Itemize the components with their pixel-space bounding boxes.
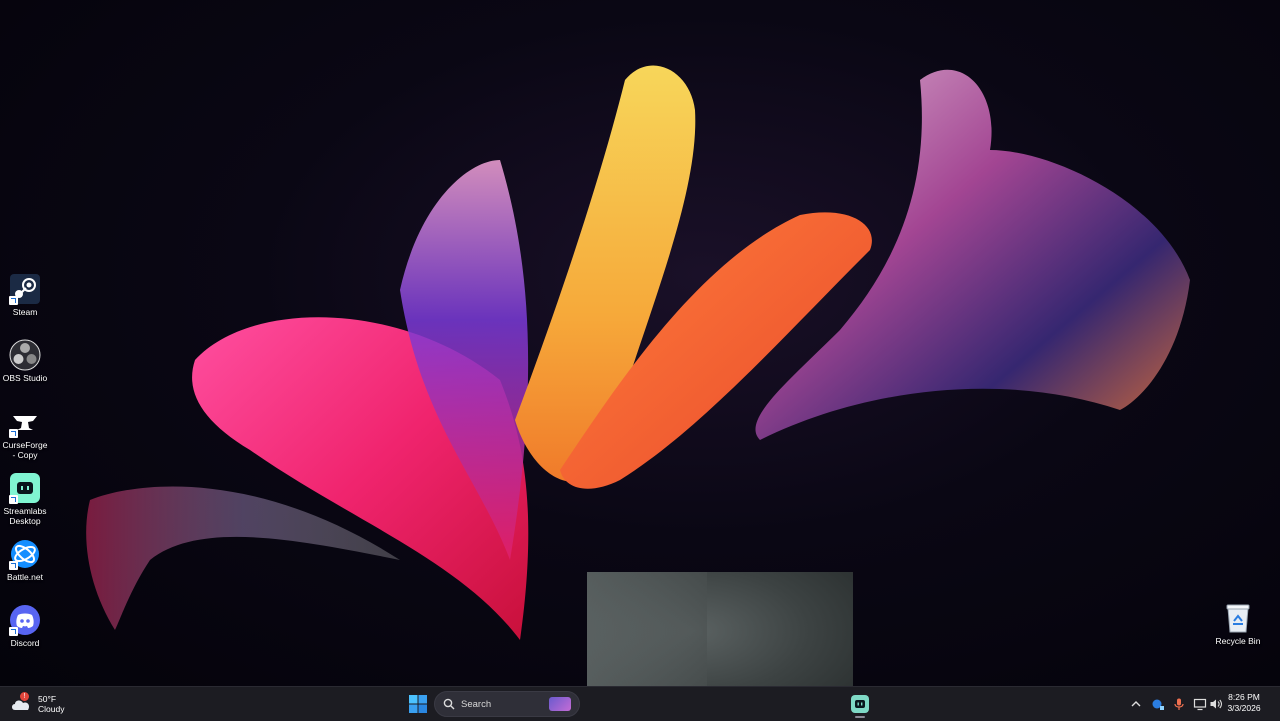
taskbar-search[interactable] <box>434 691 580 717</box>
desktop-icon-steam[interactable]: Steam <box>2 273 48 317</box>
system-clock[interactable]: 8:26 PM 3/3/2026 <box>1224 692 1264 714</box>
chevron-up-icon[interactable] <box>1129 697 1143 711</box>
weather-temperature: 50°F <box>38 694 57 704</box>
search-icon <box>443 698 455 710</box>
desktop-icon-label: Battle.net <box>7 572 43 582</box>
taskbar: ! 50°F Cloudy 8:26 PM 3/3/2026 <box>0 686 1280 721</box>
desktop-icon-label: Streamlabs Desktop <box>3 506 47 526</box>
search-input[interactable] <box>461 698 551 710</box>
streamlabs-icon <box>9 472 41 504</box>
display-icon[interactable] <box>1193 697 1207 711</box>
taskbar-app-streamlabs[interactable] <box>851 695 869 718</box>
weather-alert-badge: ! <box>20 692 29 701</box>
desktop-icon-discord[interactable]: Discord <box>2 604 48 648</box>
curseforge-icon <box>9 406 41 438</box>
recycle-bin-label: Recycle Bin <box>1215 636 1261 646</box>
recycle-bin-icon <box>1226 604 1250 633</box>
windows-start-icon <box>409 695 427 713</box>
desktop-icon-label: CurseForge - Copy <box>2 440 48 460</box>
desktop-icon-recycle-bin[interactable]: Recycle Bin <box>1212 603 1264 646</box>
clock-date: 3/3/2026 <box>1227 703 1261 713</box>
discord-icon <box>9 604 41 636</box>
desktop-icon-obs-studio[interactable]: OBS Studio <box>2 339 48 383</box>
desktop-icon-label: Discord <box>10 638 40 648</box>
weather-condition: Cloudy <box>38 704 65 714</box>
desktop-icon-label: Steam <box>12 307 38 317</box>
streamlabs-icon <box>855 700 865 708</box>
volume-icon[interactable] <box>1209 697 1223 711</box>
steam-icon <box>9 273 41 305</box>
start-button[interactable] <box>409 695 427 713</box>
cloudy-icon: ! <box>10 692 32 712</box>
obs-icon <box>9 339 41 371</box>
desktop-icon-battlenet[interactable]: Battle.net <box>2 538 48 582</box>
weather-widget[interactable]: ! 50°F Cloudy <box>10 690 64 718</box>
search-highlight-icon <box>549 697 571 711</box>
battlenet-icon <box>9 538 41 570</box>
clock-time: 8:26 PM <box>1228 692 1260 702</box>
desktop-icon-curseforge[interactable]: CurseForge - Copy <box>2 406 48 460</box>
desktop-icon-streamlabs[interactable]: Streamlabs Desktop <box>2 472 48 526</box>
microphone-icon[interactable] <box>1172 697 1186 711</box>
network-app-icon[interactable] <box>1151 697 1165 711</box>
desktop-icon-label: OBS Studio <box>2 373 48 383</box>
